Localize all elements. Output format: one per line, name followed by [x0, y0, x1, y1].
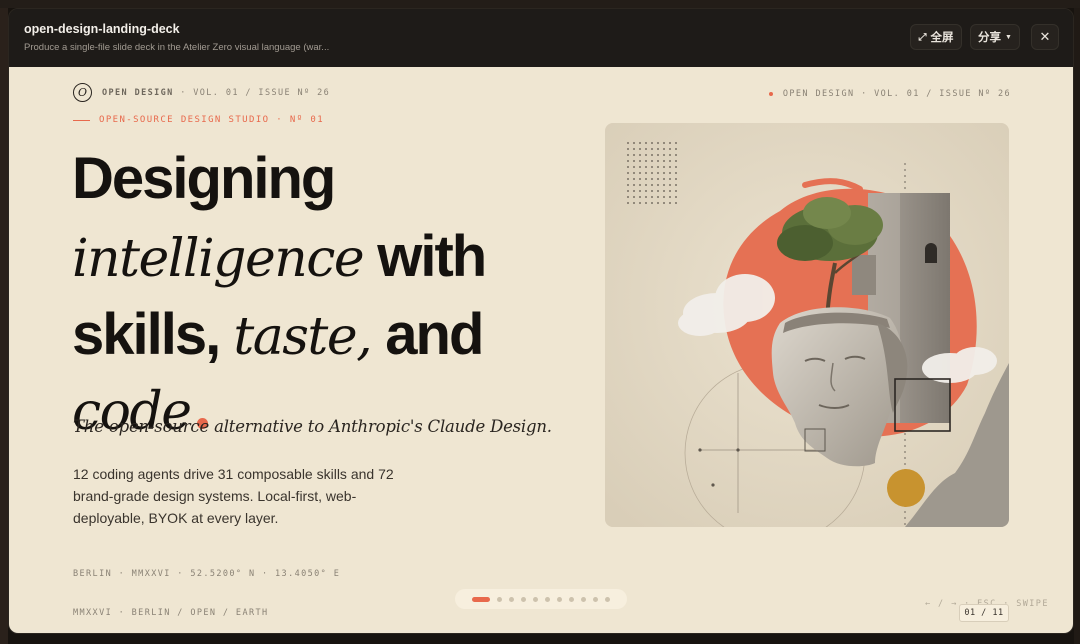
masthead-text: OPEN DESIGN · VOL. 01 / ISSUE Nº 26	[102, 88, 330, 98]
modal-header: open-design-landing-deck Produce a singl…	[9, 9, 1073, 67]
fullscreen-button[interactable]: ⤢ 全屏	[910, 24, 962, 50]
background-app-right	[1074, 8, 1080, 644]
page-dot[interactable]	[521, 596, 526, 602]
fullscreen-label: 全屏	[930, 32, 954, 44]
headline-skills: skills,	[72, 302, 234, 367]
brand-logo-icon: O	[73, 83, 92, 102]
hero-collage-image	[605, 123, 1009, 527]
brand-logo-glyph: O	[77, 86, 88, 99]
page-dot[interactable]	[545, 596, 550, 602]
page-dot[interactable]	[533, 596, 538, 602]
background-app-bar	[0, 0, 1080, 8]
page-dot[interactable]	[497, 596, 502, 602]
caret-down-icon: ▼	[1005, 33, 1012, 41]
footer-left: MMXXVI · BERLIN / OPEN / EARTH	[73, 608, 269, 618]
page-dot[interactable]	[569, 596, 574, 602]
headline-italic-intelligence: intelligence	[72, 229, 365, 289]
page-dot-active[interactable]	[472, 596, 490, 602]
slide-canvas: O OPEN DESIGN · VOL. 01 / ISSUE Nº 26 OP…	[9, 67, 1073, 633]
headline: Designing intelligence with skills, tast…	[72, 147, 592, 456]
headline-italic-taste: taste,	[233, 307, 372, 367]
slide-counter: 01 / 11	[959, 604, 1009, 622]
tagline: The open-source alternative to Anthropic…	[73, 417, 552, 436]
close-icon: ✕	[1039, 29, 1051, 44]
kicker-text: OPEN-SOURCE DESIGN STUDIO · Nº 01	[99, 115, 325, 125]
kicker-rule	[73, 119, 90, 121]
masthead-issue: · VOL. 01 / ISSUE Nº 26	[173, 87, 331, 98]
modal-subtitle: Produce a single-file slide deck in the …	[24, 42, 330, 53]
coordinates-line: BERLIN · MMXXVI · 52.5200° N · 13.4050° …	[73, 569, 341, 579]
headline-line-1: Designing	[72, 146, 336, 211]
modal-title: open-design-landing-deck	[24, 22, 180, 36]
background-app-left	[0, 8, 8, 644]
page-dot[interactable]	[509, 596, 514, 602]
page-dot[interactable]	[581, 596, 586, 602]
masthead-right: OPEN DESIGN · VOL. 01 / ISSUE Nº 26	[768, 89, 1011, 99]
masthead: O OPEN DESIGN · VOL. 01 / ISSUE Nº 26	[73, 83, 330, 102]
masthead-brand: OPEN DESIGN	[102, 87, 174, 98]
headline-and: and	[371, 302, 484, 367]
headline-with: with	[363, 224, 487, 289]
collage-artwork	[605, 123, 1009, 527]
preview-modal: open-design-landing-deck Produce a singl…	[8, 8, 1074, 634]
share-label: 分享	[978, 32, 1002, 44]
page-dot[interactable]	[557, 596, 562, 602]
page-dot[interactable]	[605, 596, 610, 602]
body-copy: 12 coding agents drive 31 composable ski…	[73, 466, 394, 526]
expand-arrows-icon: ⤢	[918, 31, 927, 43]
page-dot[interactable]	[593, 596, 598, 602]
close-button[interactable]: ✕	[1031, 24, 1059, 50]
share-button[interactable]: 分享 ▼	[970, 24, 1020, 50]
accent-dot	[768, 92, 773, 96]
masthead-right-text: OPEN DESIGN · VOL. 01 / ISSUE Nº 26	[782, 89, 1011, 99]
kicker: OPEN-SOURCE DESIGN STUDIO · Nº 01	[73, 115, 324, 125]
slide-pagination	[455, 589, 627, 609]
